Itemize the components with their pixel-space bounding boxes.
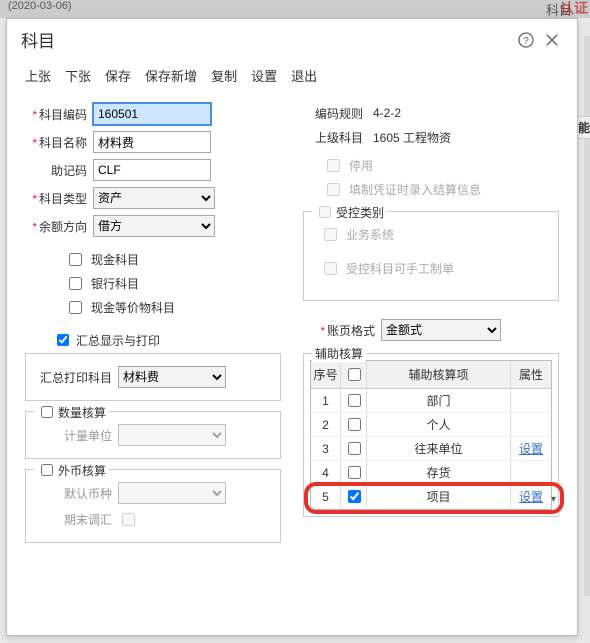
format-label: 账页格式: [327, 324, 375, 338]
row-dropdown-icon[interactable]: ▾: [551, 494, 556, 505]
aux-row-checkbox[interactable]: [348, 394, 361, 407]
manual-label: 受控科目可手工制单: [346, 260, 454, 277]
bank-checkbox[interactable]: [69, 277, 82, 290]
ccy-default-label: 默认币种: [40, 485, 112, 502]
aux-row-name: 部门: [367, 389, 511, 412]
ccy-group: 外币核算 默认币种 期末调汇: [25, 469, 281, 543]
name-input[interactable]: [93, 131, 211, 153]
dialog-title: 科目: [21, 27, 511, 52]
aux-row-name: 项目: [367, 485, 511, 508]
direction-label: 余额方向: [39, 220, 87, 234]
ctrl-group-title: 受控类别: [336, 204, 384, 221]
help-icon[interactable]: ?: [515, 29, 537, 51]
biz-label: 业务系统: [346, 226, 394, 243]
aux-table: 序号 辅助核算项 属性 1部门2个人3往来单位设置4存货5项目设置: [310, 360, 552, 510]
aux-row-checkbox[interactable]: [348, 490, 361, 503]
left-column: *科目编码 *科目名称 助记码 *科目类型 资产 *余额方向 借方: [25, 101, 281, 543]
aux-row-link[interactable]: 设置: [519, 488, 543, 505]
dialog-header: 科目 ?: [7, 19, 577, 62]
qty-group: 数量核算 计量单位: [25, 411, 281, 459]
summary-print-label: 汇总显示与打印: [76, 332, 160, 349]
ccy-adjust-checkbox[interactable]: [122, 513, 135, 526]
background-date: (2020-03-06): [0, 0, 590, 18]
bank-label: 银行科目: [91, 275, 139, 292]
aux-row-checkbox[interactable]: [348, 418, 361, 431]
svg-text:?: ?: [523, 36, 529, 47]
aux-head-attr: 属性: [511, 361, 551, 388]
aux-row-idx: 5: [311, 485, 341, 508]
summary-sub-select[interactable]: 材料费: [118, 366, 226, 388]
rule-label: 编码规则: [303, 105, 363, 122]
ccy-group-title: 外币核算: [58, 462, 106, 479]
biz-checkbox[interactable]: [324, 228, 337, 241]
summary-sub-label: 汇总打印科目: [40, 369, 112, 386]
voucher-lock-checkbox[interactable]: [327, 183, 340, 196]
aux-row-idx: 1: [311, 389, 341, 412]
aux-row-checkbox[interactable]: [348, 442, 361, 455]
ccy-adjust-label: 期末调汇: [40, 511, 112, 528]
code-label: 科目编码: [39, 108, 87, 122]
disable-checkbox[interactable]: [327, 159, 340, 172]
menu-copy[interactable]: 复制: [211, 66, 237, 85]
watermark: 认证: [560, 0, 588, 18]
aux-head-name: 辅助核算项: [367, 361, 511, 388]
mnemonic-label: 助记码: [51, 164, 87, 178]
aux-group-title: 辅助核算: [315, 345, 363, 362]
aux-row-idx: 4: [311, 461, 341, 484]
aux-row[interactable]: 4 存货: [311, 461, 551, 485]
disable-label: 停用: [349, 157, 373, 174]
manual-checkbox[interactable]: [324, 262, 337, 275]
type-label: 科目类型: [39, 192, 87, 206]
format-select[interactable]: 金额式: [381, 319, 501, 341]
close-icon[interactable]: [541, 29, 563, 51]
aux-row-name: 个人: [367, 413, 511, 436]
cash-label: 现金科目: [91, 251, 139, 268]
rule-value: 4-2-2: [373, 106, 401, 120]
aux-row[interactable]: 1 部门: [311, 389, 551, 413]
name-label: 科目名称: [39, 136, 87, 150]
aux-head-check-all[interactable]: [348, 368, 361, 381]
aux-row-idx: 2: [311, 413, 341, 436]
ccy-group-checkbox[interactable]: [41, 464, 53, 476]
aux-row[interactable]: 5 项目设置: [311, 485, 551, 509]
menu-save[interactable]: 保存: [105, 66, 131, 85]
menu-next[interactable]: 下张: [65, 66, 91, 85]
voucher-lock-label: 填制凭证时录入结算信息: [349, 181, 481, 198]
qty-unit-select[interactable]: [118, 424, 226, 446]
account-dialog: 科目 ? 上张 下张 保存 保存新增 复制 设置 退出 *科目编码 *科目名称: [6, 18, 578, 636]
menu-bar: 上张 下张 保存 保存新增 复制 设置 退出: [7, 62, 577, 95]
mnemonic-input[interactable]: [93, 159, 211, 181]
aux-row-name: 往来单位: [367, 437, 511, 460]
aux-group: 辅助核算 序号 辅助核算项 属性 1部门2个人3往来单位设置4存货5项目设置 ▾: [303, 353, 559, 517]
summary-print-checkbox[interactable]: [57, 334, 69, 346]
menu-save-new[interactable]: 保存新增: [145, 66, 197, 85]
code-input[interactable]: [93, 103, 211, 125]
aux-row-link[interactable]: 设置: [519, 440, 543, 457]
aux-row[interactable]: 2 个人: [311, 413, 551, 437]
cash-checkbox[interactable]: [69, 253, 82, 266]
type-select[interactable]: 资产: [93, 187, 215, 209]
direction-select[interactable]: 借方: [93, 215, 215, 237]
qty-unit-label: 计量单位: [40, 427, 112, 444]
parent-value: 1605 工程物资: [373, 129, 451, 146]
right-column: 编码规则 4-2-2 上级科目 1605 工程物资 停用 填制凭证时录入结算信息…: [303, 101, 559, 543]
ctrl-group: 受控类别 业务系统 受控科目可手工制单: [303, 211, 559, 301]
menu-exit[interactable]: 退出: [291, 66, 317, 85]
aux-row-checkbox[interactable]: [348, 466, 361, 479]
parent-label: 上级科目: [303, 129, 363, 146]
cash-equiv-label: 现金等价物科目: [91, 299, 175, 316]
qty-group-title: 数量核算: [58, 404, 106, 421]
cash-equiv-checkbox[interactable]: [69, 301, 82, 314]
ctrl-group-checkbox[interactable]: [319, 206, 331, 218]
menu-settings[interactable]: 设置: [251, 66, 277, 85]
aux-row-idx: 3: [311, 437, 341, 460]
qty-group-checkbox[interactable]: [41, 406, 53, 418]
menu-prev[interactable]: 上张: [25, 66, 51, 85]
ccy-default-select[interactable]: [118, 482, 226, 504]
aux-row[interactable]: 3 往来单位设置: [311, 437, 551, 461]
aux-row-name: 存货: [367, 461, 511, 484]
summary-group: 汇总打印科目 材料费: [25, 353, 281, 401]
aux-head-idx: 序号: [311, 361, 341, 388]
